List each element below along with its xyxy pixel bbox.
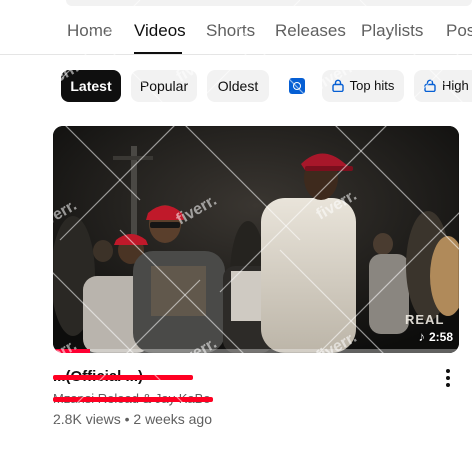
watch-progress-bar: [53, 349, 459, 353]
view-count: 2.8K views: [53, 411, 121, 427]
members-chip-top-hits[interactable]: Top hits: [322, 70, 404, 102]
duration-text: 2:58: [428, 329, 453, 344]
tab-releases[interactable]: Releases: [275, 21, 346, 41]
ai-sparkle-icon[interactable]: [289, 78, 305, 94]
tab-posts[interactable]: Pos: [446, 21, 472, 41]
members-chip-label: High: [442, 78, 469, 93]
redaction-mark: [53, 375, 193, 380]
lock-icon: [424, 79, 436, 92]
redaction-mark: [53, 397, 213, 402]
channel-tabs: Home Videos Shorts Releases Playlists Po…: [0, 14, 472, 55]
thumbnail-image: [53, 126, 459, 353]
duration-badge: ♪ 2:58: [418, 329, 453, 344]
video-title-row: ...(Official ...): [53, 368, 459, 390]
filter-chip-oldest[interactable]: Oldest: [207, 70, 269, 102]
upload-age: 2 weeks ago: [133, 411, 212, 427]
lock-icon: [331, 79, 344, 92]
members-chip-high[interactable]: High: [414, 70, 472, 102]
filter-chip-popular[interactable]: Popular: [131, 70, 197, 102]
search-bar-edge: [66, 0, 472, 6]
watch-progress-fill: [53, 349, 90, 353]
video-thumbnail[interactable]: REAL ♪ 2:58: [53, 126, 459, 353]
active-tab-indicator: [134, 52, 182, 54]
tab-shorts[interactable]: Shorts: [206, 21, 255, 41]
members-chip-label: Top hits: [349, 78, 395, 93]
tab-playlists[interactable]: Playlists: [361, 21, 423, 41]
thumbnail-overlay-text: REAL: [405, 312, 445, 327]
more-vert-icon[interactable]: [441, 369, 455, 387]
meta-separator: •: [124, 411, 130, 427]
filter-chip-latest[interactable]: Latest: [61, 70, 121, 102]
video-metadata: 2.8K views • 2 weeks ago: [53, 411, 212, 427]
tab-videos[interactable]: Videos: [134, 21, 186, 41]
music-note-icon: ♪: [418, 329, 425, 344]
tab-home[interactable]: Home: [67, 21, 112, 41]
